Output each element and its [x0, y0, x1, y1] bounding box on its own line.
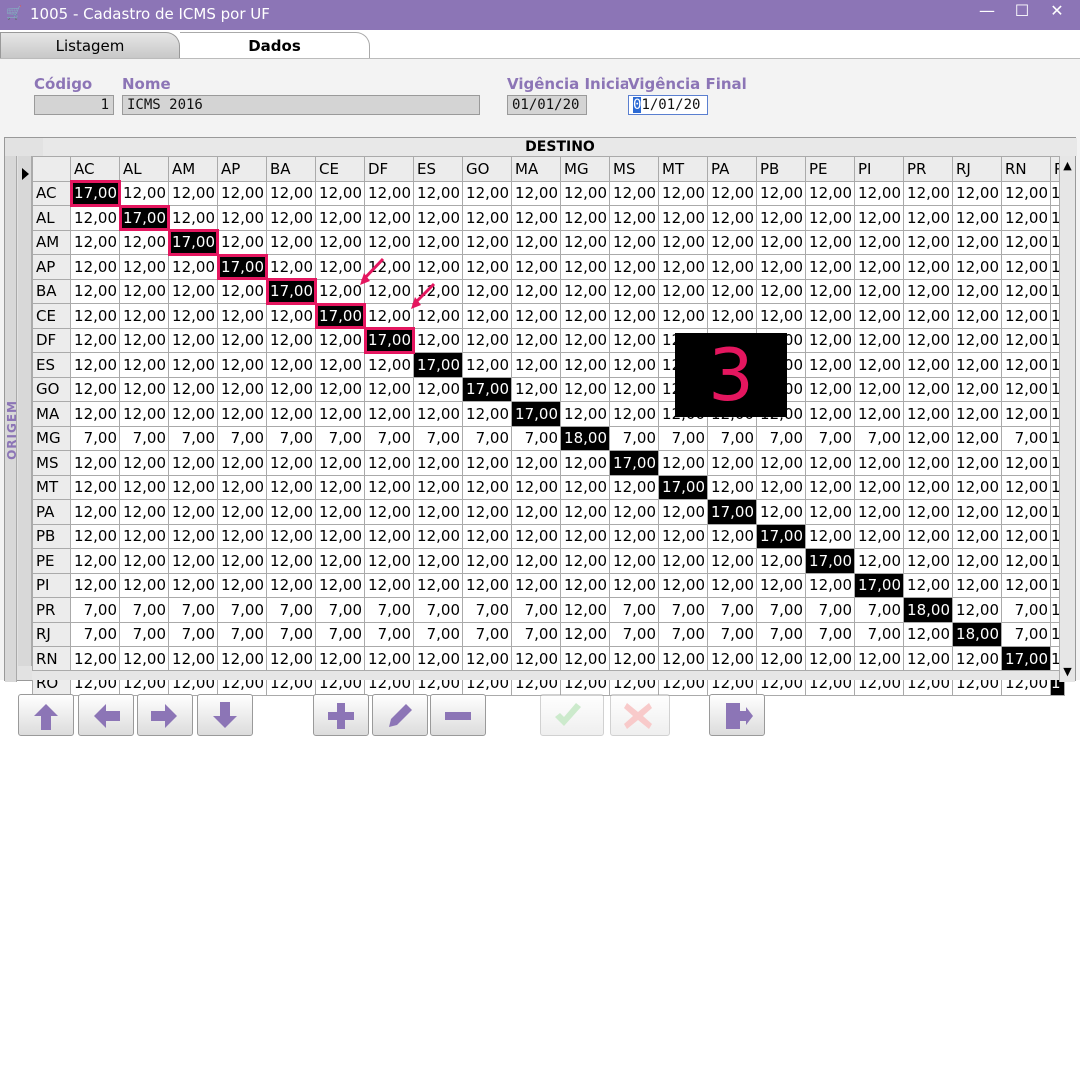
exit-door-icon: [726, 703, 753, 729]
arrow-right-icon: [151, 704, 177, 728]
confirm-button[interactable]: [540, 694, 604, 736]
tab-bar: Listagem Dados: [0, 30, 1080, 58]
x-icon: [624, 703, 652, 729]
arrow-left-icon: [94, 704, 120, 728]
exit-button[interactable]: [709, 694, 765, 736]
down-arrow-button[interactable]: [197, 694, 253, 736]
remove-button[interactable]: [430, 694, 486, 736]
left-arrow-button[interactable]: [78, 694, 134, 736]
title-bar: 🛒 1005 - Cadastro de ICMS por UF — ☐ ✕: [0, 0, 1080, 30]
tab-listagem[interactable]: Listagem: [0, 32, 180, 58]
minimize-button[interactable]: —: [972, 0, 1002, 22]
step-number-overlay: 3: [675, 333, 787, 417]
annotation-arrows: [360, 257, 436, 309]
plus-icon: [328, 703, 354, 729]
cancel-button[interactable]: [610, 694, 670, 736]
up-arrow-button[interactable]: [18, 694, 74, 736]
minus-icon: [445, 712, 471, 720]
add-button[interactable]: [313, 694, 369, 736]
window-title: 1005 - Cadastro de ICMS por UF: [30, 5, 270, 23]
right-arrow-button[interactable]: [137, 694, 193, 736]
cart-icon: 🛒: [6, 6, 23, 21]
close-button[interactable]: ✕: [1042, 0, 1072, 22]
maximize-button[interactable]: ☐: [1007, 0, 1037, 22]
tab-dados[interactable]: Dados: [180, 32, 370, 58]
arrow-down-icon: [213, 702, 237, 728]
check-icon: [555, 703, 581, 726]
edit-button[interactable]: [372, 694, 428, 736]
arrow-up-icon: [34, 704, 58, 730]
pencil-icon: [389, 704, 412, 727]
form-panel: Código 1 Nome ICMS 2016 Vigência Inicia …: [0, 58, 1080, 696]
